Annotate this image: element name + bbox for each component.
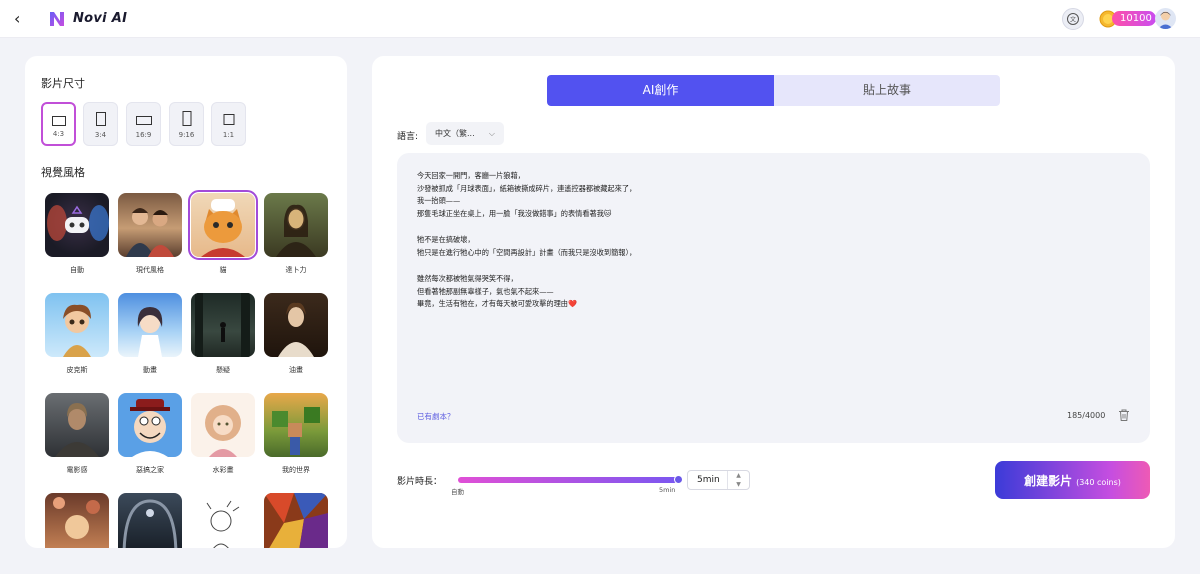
style-family-guy[interactable]: 惡搞之家: [118, 393, 182, 475]
trash-icon[interactable]: [1117, 408, 1131, 422]
story-line: 雖然每次都被牠氣得哭笑不得，: [417, 274, 518, 283]
style-modern[interactable]: 現代風格: [118, 193, 182, 275]
language-label: 語言:: [397, 132, 419, 142]
create-video-cost: (340 coins): [1076, 478, 1121, 487]
story-line: 今天回家一開門，客廳一片狼藉，: [417, 171, 525, 180]
style-item-row4-2[interactable]: [118, 493, 182, 548]
ratio-9-16-icon: [182, 111, 191, 126]
tab-paste-story[interactable]: 貼上故事: [774, 75, 1000, 106]
tab-ai-create[interactable]: AI創作: [547, 75, 774, 106]
character-count: 185/4000: [1067, 411, 1106, 420]
ratio-16-9-icon: [135, 116, 152, 125]
create-video-label: 創建影片: [1024, 474, 1073, 488]
size-option-4-3[interactable]: 4:3: [41, 102, 76, 146]
style-cat-thumbnail: [188, 190, 258, 260]
story-line: 畢竟，生活有牠在，才有每天被可愛攻擊的理由❤️: [417, 299, 577, 308]
svg-text:文: 文: [1070, 16, 1076, 24]
style-oil-painting[interactable]: 油畫: [264, 293, 328, 375]
style-auto-thumbnail: [45, 193, 109, 257]
story-line: 但看著牠那副無辜樣子，氣也氣不起來——: [417, 286, 554, 296]
video-size-title: 影片尺寸: [41, 77, 85, 90]
style-watercolor-thumbnail: [191, 393, 255, 457]
settings-panel: 影片尺寸 4:3 3:4 16:9 9:16 1:1 視覺風格 自動 現代風格 …: [25, 56, 347, 548]
brand-name: Novi AI: [73, 11, 128, 26]
slider-max-label: 5min: [659, 486, 676, 494]
story-text: 今天回家一開門，客廳一片狼藉， 沙發被抓成「月球表面」，紙箱被撕成碎片，連遙控器…: [417, 170, 977, 311]
duration-slider[interactable]: [458, 477, 677, 483]
story-line: 牠只是在進行牠心中的「空間再設計」計畫（而我只是沒收到簡報），: [417, 247, 637, 257]
size-option-1-1[interactable]: 1:1: [211, 102, 246, 146]
chevron-down-icon: ⌵: [488, 129, 495, 138]
style-pixar[interactable]: 皮克斯: [45, 293, 109, 375]
language-select[interactable]: 中文（繁... ⌵: [426, 122, 504, 145]
duration-stepper: ▲ ▼: [727, 471, 749, 489]
style-thumbnail: [45, 493, 109, 548]
avatar[interactable]: [1155, 8, 1176, 29]
style-cinematic-thumbnail: [45, 393, 109, 457]
style-thumbnail: [118, 493, 182, 548]
story-line: 牠不是在搞破壞，: [417, 235, 475, 244]
size-option-9-16[interactable]: 9:16: [169, 102, 204, 146]
translate-button[interactable]: 文: [1062, 8, 1084, 30]
style-minecraft[interactable]: 我的世界: [264, 393, 328, 475]
ratio-1-1-icon: [223, 114, 234, 125]
visual-style-title: 視覺風格: [41, 166, 85, 179]
slider-min-label: 自動: [451, 488, 464, 496]
stepper-up-icon[interactable]: ▲: [728, 471, 749, 480]
size-option-16-9[interactable]: 16:9: [126, 102, 161, 146]
style-da-vinci-thumbnail: [264, 193, 328, 257]
ratio-3-4-icon: [95, 112, 106, 126]
style-item-row4-1[interactable]: [45, 493, 109, 548]
style-modern-thumbnail: [118, 193, 182, 257]
story-textarea[interactable]: 今天回家一開門，客廳一片狼藉， 沙發被抓成「月球表面」，紙箱被撕成碎片，連遙控器…: [397, 153, 1150, 443]
style-anime-thumbnail: [118, 293, 182, 357]
style-item-row4-3[interactable]: [191, 493, 255, 548]
style-oil-painting-thumbnail: [264, 293, 328, 357]
style-cinematic[interactable]: 電影感: [45, 393, 109, 475]
translate-icon: 文: [1067, 13, 1079, 25]
story-line: 我一抬頭——: [417, 196, 461, 205]
style-suspense[interactable]: 懸疑: [191, 293, 255, 375]
duration-input[interactable]: 5min ▲ ▼: [687, 470, 750, 490]
create-video-button[interactable]: 創建影片 (340 coins): [995, 461, 1150, 499]
style-pixar-thumbnail: [45, 293, 109, 357]
story-line: 沙發被抓成「月球表面」，紙箱被撕成碎片，連遙控器都被藏起來了，: [417, 183, 637, 193]
duration-label: 影片時長：: [397, 477, 443, 487]
ratio-4-3-icon: [51, 116, 66, 126]
novi-logo-icon: [50, 12, 64, 26]
coin-balance[interactable]: 10100: [1112, 11, 1156, 26]
stepper-down-icon[interactable]: ▼: [728, 480, 749, 489]
style-watercolor[interactable]: 水彩畫: [191, 393, 255, 475]
style-da-vinci[interactable]: 達卜力: [264, 193, 328, 275]
language-value: 中文（繁...: [435, 129, 475, 138]
style-thumbnail: [264, 493, 328, 548]
existing-script-link[interactable]: 已有劇本？: [417, 411, 455, 422]
style-item-row4-4[interactable]: [264, 493, 328, 548]
duration-value: 5min: [697, 475, 720, 485]
style-auto[interactable]: 自動: [45, 193, 109, 275]
story-panel: AI創作 貼上故事 語言: 中文（繁... ⌵ 今天回家一開門，客廳一片狼藉， …: [372, 56, 1175, 548]
style-cat[interactable]: 貓: [188, 190, 258, 275]
back-arrow-icon[interactable]: ‹: [14, 9, 28, 29]
style-minecraft-thumbnail: [264, 393, 328, 457]
duration-slider-handle[interactable]: [674, 475, 683, 484]
story-line: 那隻毛球正坐在桌上，用一臉「我沒做錯事」的表情看著我🐱: [417, 208, 612, 218]
top-bar: ‹ Novi AI 文 10100: [0, 0, 1200, 38]
size-option-3-4[interactable]: 3:4: [83, 102, 118, 146]
story-line: [417, 259, 977, 273]
story-line: [417, 220, 977, 234]
style-family-guy-thumbnail: [118, 393, 182, 457]
style-anime[interactable]: 動畫: [118, 293, 182, 375]
style-suspense-thumbnail: [191, 293, 255, 357]
style-thumbnail: [191, 493, 255, 548]
